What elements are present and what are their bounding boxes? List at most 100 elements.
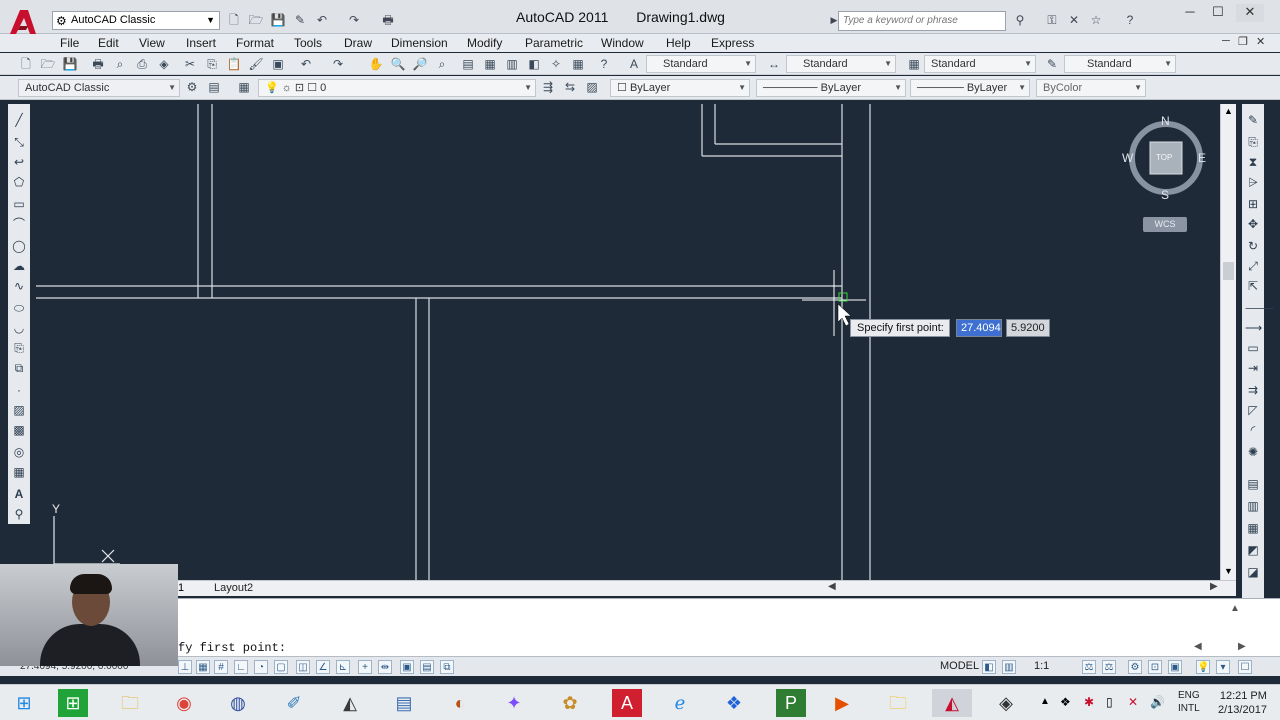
close-button[interactable]: ✕: [1236, 4, 1264, 22]
design-center-icon[interactable]: ▦: [482, 56, 498, 72]
media-icon[interactable]: ◍: [218, 689, 258, 717]
help-icon[interactable]: ?: [1122, 12, 1138, 28]
scroll-right-icon[interactable]: ▶: [1210, 581, 1218, 592]
properties-icon[interactable]: ▤: [460, 56, 476, 72]
command-scroll-left-icon[interactable]: ◀: [1194, 641, 1202, 652]
status-menu-icon[interactable]: ▾: [1216, 660, 1230, 674]
network-icon[interactable]: ✕: [1128, 695, 1138, 709]
circle-icon[interactable]: ◯: [11, 238, 27, 254]
key-icon[interactable]: ⚿: [1044, 12, 1060, 28]
make-block-icon[interactable]: ⧉: [11, 360, 27, 376]
layer-select[interactable]: 💡 ☼ ⊡ ☐ 0 ▼: [258, 79, 536, 97]
rectangle-icon[interactable]: ▭: [11, 196, 27, 212]
acrobat-icon[interactable]: A: [612, 689, 642, 717]
make-current-icon[interactable]: ⇶: [540, 79, 556, 95]
dynamic-input-x[interactable]: 27.4094: [956, 319, 1002, 337]
exchange-icon[interactable]: ✕: [1066, 12, 1082, 28]
rotate-icon[interactable]: ↻: [1245, 238, 1261, 254]
command-scroll-right-icon[interactable]: ▶: [1238, 641, 1246, 652]
infer-constraints-icon[interactable]: ⊥: [178, 660, 192, 674]
doc-minimize-button[interactable]: ─: [1222, 35, 1230, 47]
video-player-icon[interactable]: ▶: [822, 689, 862, 717]
add-selected-icon[interactable]: ⚲: [11, 506, 27, 522]
autocad-taskbar-icon[interactable]: ◭: [330, 689, 370, 717]
viewcube-south[interactable]: S: [1161, 188, 1169, 202]
stretch-icon[interactable]: ⇱: [1245, 278, 1261, 294]
multileader-style-icon[interactable]: ✎: [1044, 56, 1060, 72]
quick-view-layouts-icon[interactable]: ◧: [982, 660, 996, 674]
windows-start-icon[interactable]: ⊞: [4, 689, 44, 717]
insert-block-icon[interactable]: ⎘: [11, 340, 27, 356]
notepad-icon[interactable]: ▤: [384, 689, 424, 717]
table-style-icon[interactable]: ▦: [906, 56, 922, 72]
linetype-select[interactable]: ─────── ByLayer ▼: [756, 79, 906, 97]
file-explorer-icon[interactable]: 🗀: [110, 689, 150, 717]
transparency-icon[interactable]: ▣: [400, 660, 414, 674]
quick-properties-icon[interactable]: ▤: [420, 660, 434, 674]
mirror-icon[interactable]: ⧗: [1245, 154, 1261, 170]
menu-view[interactable]: View: [139, 36, 165, 50]
model-space-button[interactable]: MODEL: [940, 660, 979, 672]
ellipse-arc-icon[interactable]: ◡: [11, 320, 27, 336]
viewcube-west[interactable]: W: [1122, 151, 1133, 165]
menu-draw[interactable]: Draw: [344, 36, 372, 50]
workspace-combo[interactable]: AutoCAD Classic ▼: [18, 79, 180, 97]
command-line-window[interactable]: ▲ ◀ ▶ fy first point:: [0, 598, 1280, 656]
dimension-style-select[interactable]: Standard ▼: [786, 55, 896, 73]
bring-to-front-icon[interactable]: ▥: [1245, 498, 1261, 514]
command-scroll-up-icon[interactable]: ▲: [1230, 603, 1240, 614]
autocad-active-icon[interactable]: ◭: [932, 689, 972, 717]
zoom-realtime-icon[interactable]: 🔍: [390, 56, 406, 72]
workspace-switching-icon[interactable]: ⚙: [1128, 660, 1142, 674]
menu-express[interactable]: Express: [711, 36, 754, 50]
join-icon[interactable]: ⇉: [1245, 382, 1261, 398]
grid-display-icon[interactable]: #: [214, 660, 228, 674]
help-icon[interactable]: ?: [596, 56, 612, 72]
markup-icon[interactable]: ✧: [548, 56, 564, 72]
zoom-window-icon[interactable]: 🔎: [412, 56, 428, 72]
quick-view-drawings-icon[interactable]: ▥: [1002, 660, 1016, 674]
publish-icon[interactable]: ⎙: [134, 56, 150, 72]
maximize-button[interactable]: ☐: [1204, 4, 1232, 22]
layer-states-icon[interactable]: ▨: [584, 79, 600, 95]
explode-icon[interactable]: ✺: [1245, 444, 1261, 460]
viewcube[interactable]: N S E W TOP: [1122, 114, 1206, 202]
menu-format[interactable]: Format: [236, 36, 274, 50]
redo-icon[interactable]: ↷: [346, 12, 362, 28]
line-icon[interactable]: ╱: [11, 112, 27, 128]
workspace-settings-icon[interactable]: ⚙: [184, 79, 200, 95]
redo-icon[interactable]: ↷: [330, 56, 346, 72]
chrome-icon[interactable]: ◉: [164, 689, 204, 717]
scroll-down-icon[interactable]: ▼: [1224, 566, 1233, 576]
scroll-left-icon[interactable]: ◀: [828, 581, 836, 592]
copy-object-icon[interactable]: ⎘: [1245, 134, 1261, 150]
save-as-icon[interactable]: ✎: [292, 12, 308, 28]
trim-icon[interactable]: ⸻: [1245, 300, 1275, 316]
hardware-acceleration-icon[interactable]: ▣: [1168, 660, 1182, 674]
viewcube-face-top[interactable]: TOP: [1156, 153, 1172, 162]
tab-layout2[interactable]: Layout2: [214, 582, 253, 594]
ortho-mode-icon[interactable]: ∟: [234, 660, 248, 674]
dropbox-tray-icon[interactable]: ❖: [1060, 695, 1071, 709]
ellipse-icon[interactable]: ⬭: [11, 300, 27, 316]
polar-tracking-icon[interactable]: ◔: [254, 660, 268, 674]
doc-close-button[interactable]: ✕: [1256, 35, 1265, 48]
polygon-icon[interactable]: ⬠: [11, 174, 27, 190]
tool-palettes-icon[interactable]: ▥: [504, 56, 520, 72]
language-indicator[interactable]: ENG INTL: [1178, 689, 1200, 715]
wcs-menu[interactable]: WCS: [1143, 217, 1187, 232]
dynamic-input-y[interactable]: 5.9200: [1006, 319, 1050, 337]
tray-app-icon[interactable]: ✱: [1084, 695, 1094, 709]
menu-insert[interactable]: Insert: [186, 36, 216, 50]
battery-icon[interactable]: ▯: [1106, 695, 1113, 709]
volume-icon[interactable]: 🔊: [1150, 695, 1165, 709]
extend-icon[interactable]: ⟶: [1245, 320, 1262, 336]
annotation-scale-select[interactable]: 1:1: [1034, 660, 1049, 672]
minimize-button[interactable]: ─: [1176, 4, 1204, 22]
sheet-set-icon[interactable]: ◧: [526, 56, 542, 72]
color-select[interactable]: ☐ ByLayer ▼: [610, 79, 750, 97]
menu-dimension[interactable]: Dimension: [391, 36, 448, 50]
bring-above-icon[interactable]: ◩: [1245, 542, 1261, 558]
arc-icon[interactable]: ⌒: [11, 216, 27, 232]
menu-parametric[interactable]: Parametric: [525, 36, 583, 50]
